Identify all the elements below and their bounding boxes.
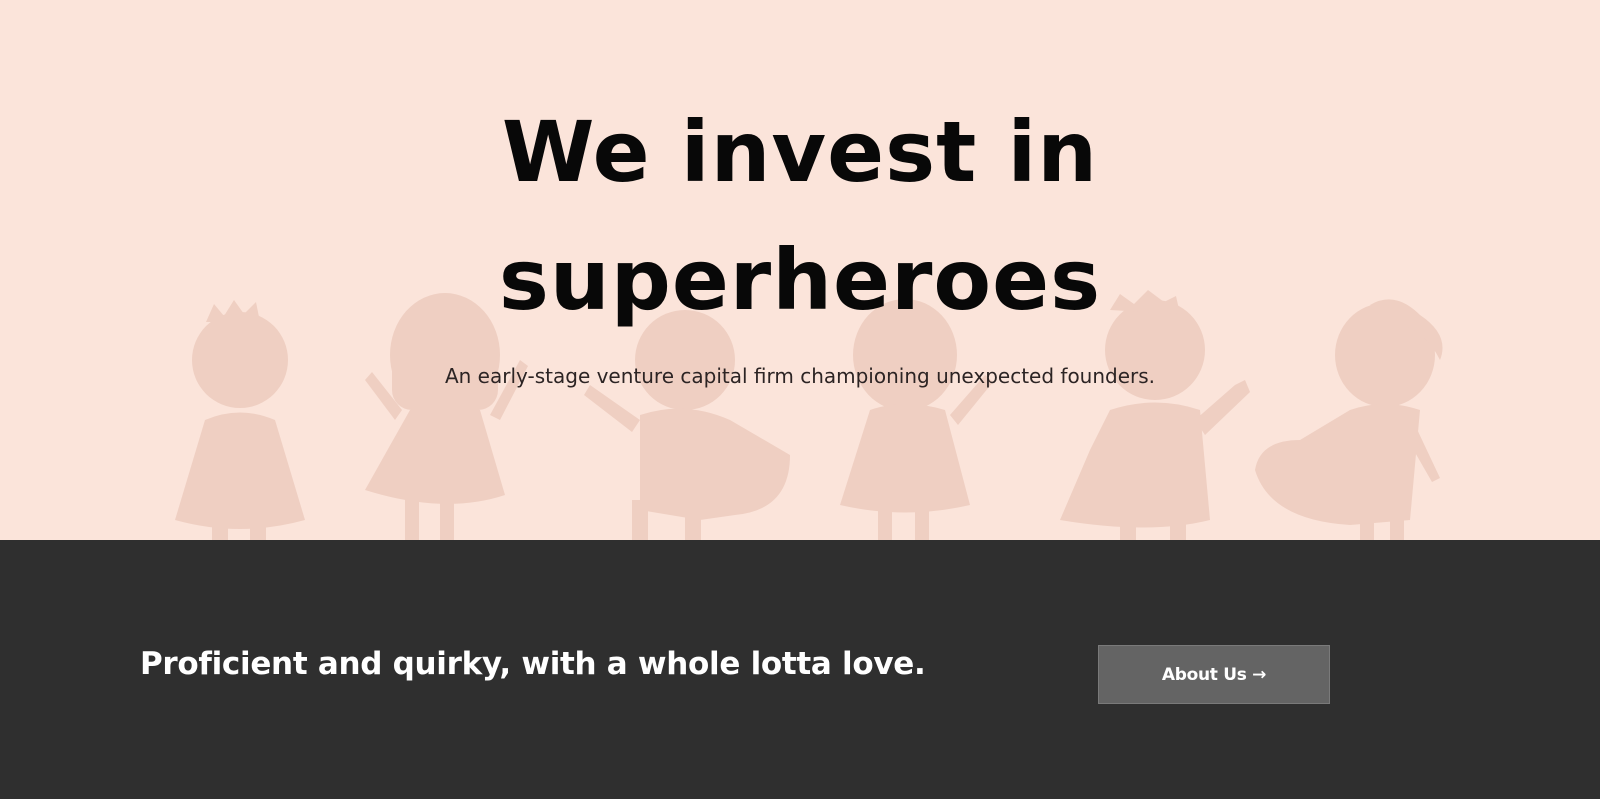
hero-subtitle: An early-stage venture capital firm cham… — [444, 364, 1156, 388]
hero-title-line-2: superheroes — [498, 231, 1102, 329]
hero-section: We invest in superheroes An early-stage … — [0, 0, 1600, 540]
hero-title-line-1: We invest in — [501, 103, 1099, 201]
hero-title: We invest in superheroes — [0, 88, 1600, 344]
about-us-button[interactable]: About Us → — [1098, 645, 1330, 704]
tagline-heading: Proficient and quirky, with a whole lott… — [140, 646, 926, 682]
